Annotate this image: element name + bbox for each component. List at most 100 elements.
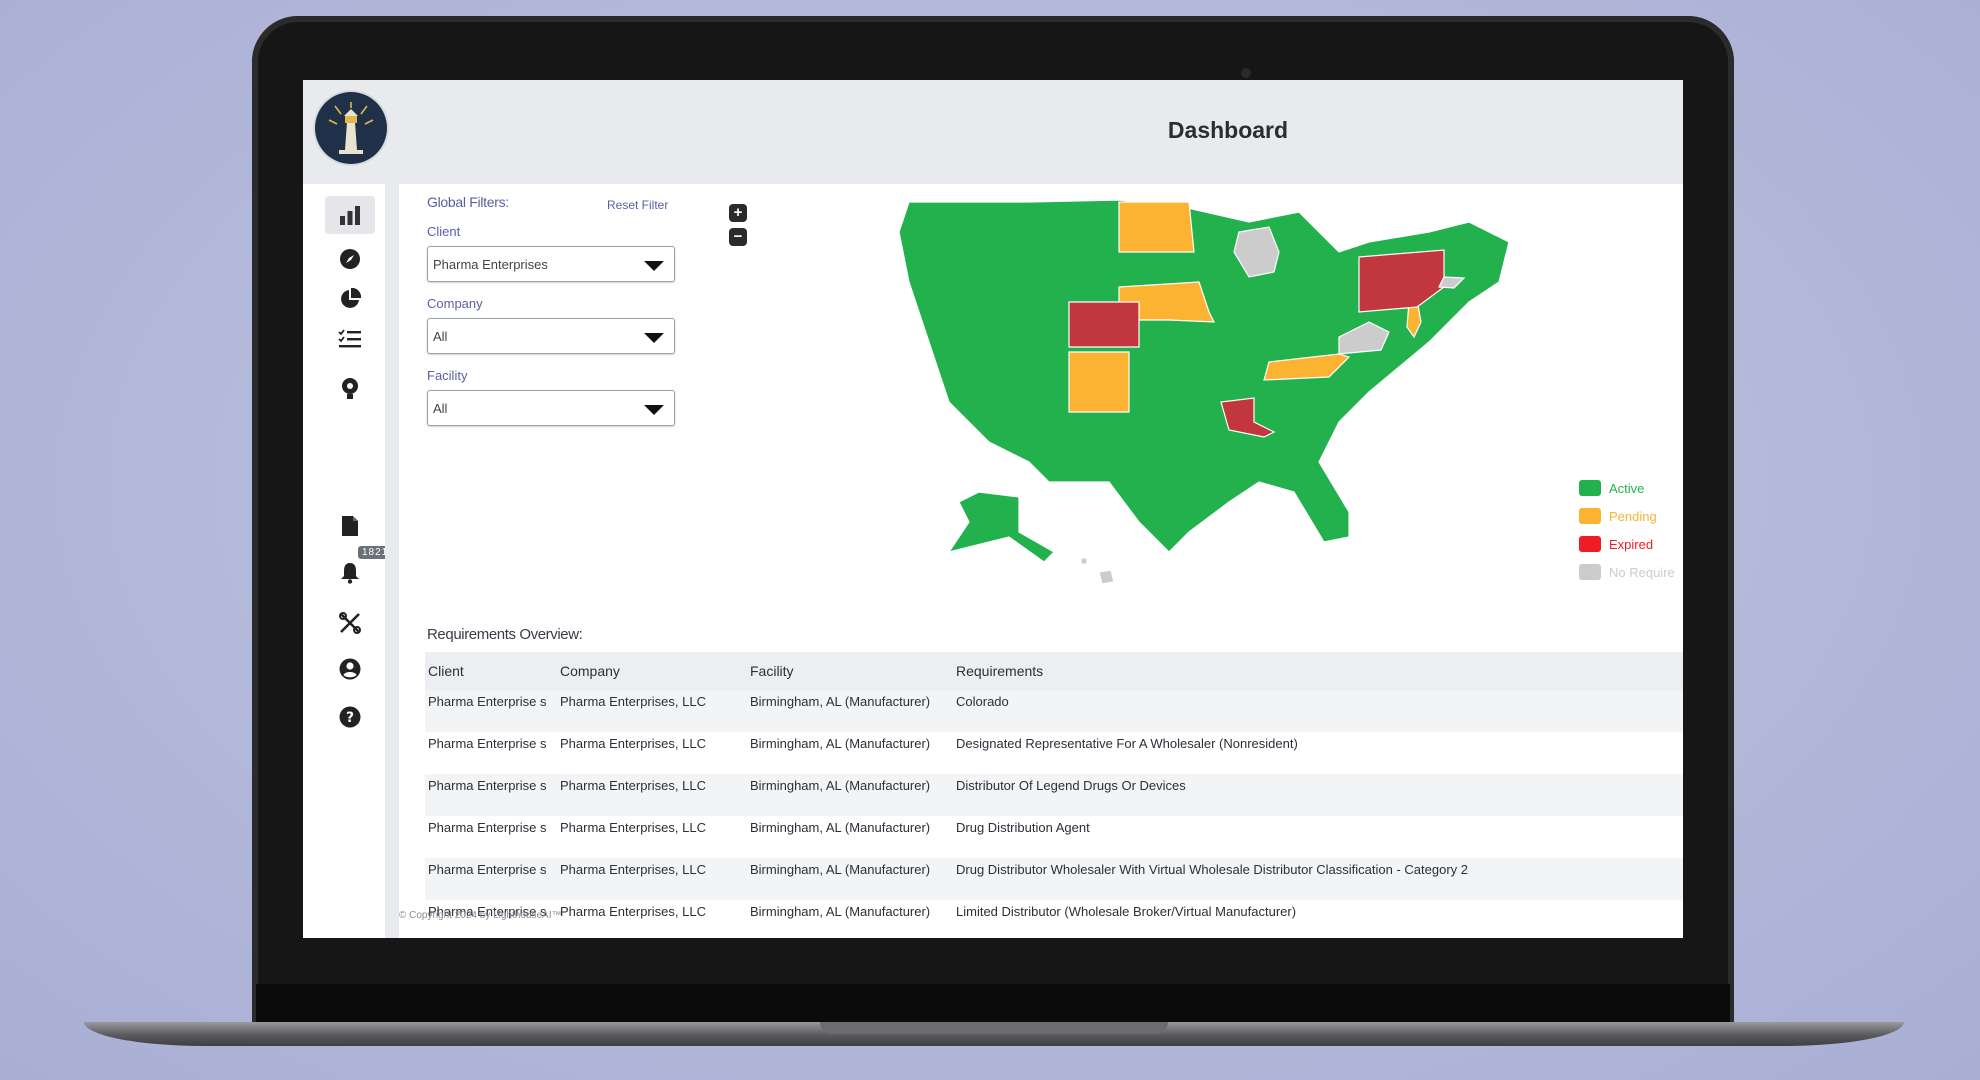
- map-region-active[interactable]: [947, 491, 1055, 563]
- main-gutter: [385, 184, 399, 938]
- column-header-requirements[interactable]: Requirements: [953, 652, 1683, 690]
- cell-facility: Birmingham, AL (Manufacturer): [750, 904, 931, 919]
- cell-requirement: Colorado: [953, 690, 1683, 732]
- sidebar-item-notifications[interactable]: 1821: [325, 546, 393, 592]
- pie-chart-icon: [341, 288, 361, 308]
- svg-text:?: ?: [346, 710, 354, 726]
- cell-facility: Birmingham, AL (Manufacturer): [747, 690, 953, 732]
- cell-company: Pharma Enterprises, LLC: [560, 904, 706, 919]
- zoom-out-button[interactable]: −: [729, 228, 747, 246]
- map-legend: Active Pending Expired No Require: [1579, 474, 1675, 586]
- column-header-company[interactable]: Company: [557, 652, 747, 690]
- sidebar-item-checklist[interactable]: [325, 320, 375, 358]
- dashboard-content: Global Filters: Reset Filter Client Phar…: [399, 184, 1683, 919]
- table-row[interactable]: Pharma Enterprise s Pharma Enterprises, …: [425, 858, 1683, 900]
- cell-client: Pharma Enterprise s: [425, 774, 557, 816]
- legend-swatch-expired: [1579, 536, 1601, 552]
- cell-client: Pharma Enterprise s: [425, 690, 557, 732]
- map-region-pending[interactable]: [1068, 351, 1130, 413]
- sidebar-item-tools[interactable]: [325, 604, 375, 642]
- cell-client: Pharma Enterprise s: [428, 736, 547, 751]
- client-filter-select[interactable]: Pharma Enterprises: [427, 246, 675, 282]
- sidebar-item-documents[interactable]: [325, 507, 375, 545]
- map-region-no-requirement[interactable]: [1080, 557, 1088, 565]
- cell-company: Pharma Enterprises, LLC: [557, 690, 747, 732]
- sidebar-item-help[interactable]: ?: [325, 698, 375, 736]
- table-row[interactable]: Pharma Enterprise s Pharma Enterprises, …: [425, 732, 1683, 774]
- legend-swatch-no-requirement: [1579, 564, 1601, 580]
- sidebar-item-reports[interactable]: [325, 280, 375, 318]
- facility-filter-value: All: [433, 400, 448, 416]
- client-filter-label: Client: [427, 224, 461, 239]
- bar-chart-icon: [340, 206, 360, 225]
- chevron-down-icon: [644, 333, 664, 343]
- top-bar: Dashboard: [303, 80, 1683, 184]
- sidebar-item-dashboard[interactable]: [325, 196, 375, 234]
- laptop-notch: [820, 1022, 1168, 1034]
- cell-facility: Birmingham, AL (Manufacturer): [750, 736, 931, 751]
- help-circle-icon: ?: [339, 706, 361, 728]
- legend-label-active: Active: [1609, 480, 1645, 496]
- cell-company: Pharma Enterprises, LLC: [560, 820, 706, 835]
- us-status-map: [898, 199, 1510, 585]
- table-row[interactable]: Pharma Enterprise s Pharma Enterprises, …: [425, 900, 1683, 938]
- legend-item-no-requirement: No Require: [1579, 558, 1675, 586]
- lightbulb-icon: [342, 378, 358, 399]
- requirements-title: Requirements Overview:: [427, 626, 583, 643]
- company-filter-value: All: [433, 328, 448, 344]
- cell-client: Pharma Enterprise s: [428, 820, 547, 835]
- cell-company: Pharma Enterprises, LLC: [557, 858, 747, 900]
- legend-label-pending: Pending: [1609, 508, 1657, 524]
- cell-requirement: Distributor Of Legend Drugs Or Devices: [953, 774, 1683, 816]
- facility-filter-select[interactable]: All: [427, 390, 675, 426]
- company-filter-label: Company: [427, 296, 483, 311]
- table-row[interactable]: Pharma Enterprise s Pharma Enterprises, …: [425, 774, 1683, 816]
- legend-label-no-requirement: No Require: [1609, 564, 1675, 580]
- filters-title: Global Filters:: [427, 194, 509, 210]
- reset-filter-link[interactable]: Reset Filter: [607, 198, 668, 212]
- cell-requirement: Limited Distributor (Wholesale Broker/Vi…: [956, 904, 1297, 919]
- table-header-row: Client Company Facility Requirements: [425, 652, 1683, 690]
- laptop-bezel: [256, 984, 1730, 1024]
- user-circle-icon: [339, 658, 361, 680]
- bell-icon: [341, 563, 359, 584]
- chevron-down-icon: [644, 261, 664, 271]
- copyright-footer: © Copyright 2024 by LighthouseAI™: [399, 910, 562, 921]
- table-row[interactable]: Pharma Enterprise s Pharma Enterprises, …: [425, 690, 1683, 732]
- zoom-in-button[interactable]: +: [729, 204, 747, 222]
- cell-facility: Birmingham, AL (Manufacturer): [747, 774, 953, 816]
- legend-swatch-active: [1579, 480, 1601, 496]
- table-row[interactable]: Pharma Enterprise s Pharma Enterprises, …: [425, 816, 1683, 858]
- sidebar-item-insights[interactable]: [325, 370, 375, 408]
- cell-requirement: Drug Distributor Wholesaler With Virtual…: [953, 858, 1683, 900]
- chevron-down-icon: [644, 405, 664, 415]
- legend-item-expired: Expired: [1579, 530, 1675, 558]
- cell-company: Pharma Enterprises, LLC: [560, 736, 706, 751]
- checklist-icon: [338, 329, 361, 348]
- app-screen: Dashboard 1821 ? Global Filters: Reset F…: [303, 80, 1683, 938]
- column-header-facility[interactable]: Facility: [747, 652, 953, 690]
- legend-swatch-pending: [1579, 508, 1601, 524]
- webcam: [1241, 68, 1251, 78]
- tools-icon: [339, 612, 361, 634]
- cell-facility: Birmingham, AL (Manufacturer): [750, 820, 931, 835]
- legend-item-pending: Pending: [1579, 502, 1675, 530]
- page-title: Dashboard: [1167, 117, 1289, 143]
- cell-requirement: Drug Distribution Agent: [956, 820, 1090, 835]
- sidebar-item-explore[interactable]: [325, 240, 375, 278]
- map-region-expired[interactable]: [1068, 301, 1140, 348]
- cell-requirement: Designated Representative For A Wholesal…: [956, 736, 1298, 751]
- sidebar-item-profile[interactable]: [325, 650, 375, 688]
- legend-item-active: Active: [1579, 474, 1675, 502]
- cell-company: Pharma Enterprises, LLC: [557, 774, 747, 816]
- map-region-pending[interactable]: [1118, 201, 1195, 253]
- company-filter-select[interactable]: All: [427, 318, 675, 354]
- map-region-no-requirement[interactable]: [1098, 569, 1115, 585]
- facility-filter-label: Facility: [427, 368, 468, 383]
- requirements-table: Client Company Facility Requirements Pha…: [425, 652, 1683, 938]
- cell-client: Pharma Enterprise s: [425, 858, 557, 900]
- document-icon: [342, 516, 358, 536]
- compass-icon: [340, 249, 360, 269]
- column-header-client[interactable]: Client: [425, 652, 557, 690]
- cell-facility: Birmingham, AL (Manufacturer): [747, 858, 953, 900]
